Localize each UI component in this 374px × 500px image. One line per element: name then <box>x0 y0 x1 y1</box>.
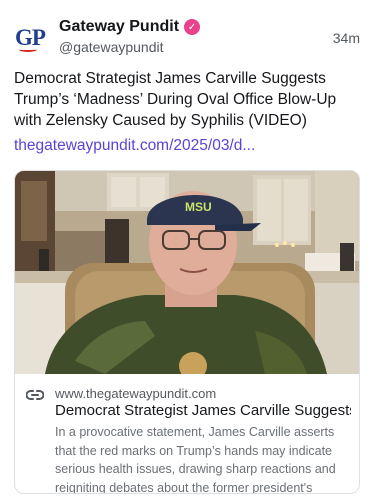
card-title[interactable]: Democrat Strategist James Carville Sugge… <box>55 402 351 419</box>
link-preview-card[interactable]: MSU www.thegatewaypundit.com Democrat St… <box>14 170 360 494</box>
card-body[interactable]: www.thegatewaypundit.com Democrat Strate… <box>15 374 359 494</box>
post-timestamp[interactable]: 34m <box>333 30 360 46</box>
author-names: Gateway Pundit ✓ @gatewaypundit <box>59 18 201 55</box>
link-icon <box>26 390 44 400</box>
avatar[interactable]: GP <box>12 20 48 56</box>
svg-text:MSU: MSU <box>185 200 212 214</box>
author-display-name-row[interactable]: Gateway Pundit ✓ <box>59 18 201 36</box>
author-display-name[interactable]: Gateway Pundit <box>59 18 179 36</box>
verified-badge-icon: ✓ <box>184 19 201 35</box>
card-image[interactable]: MSU <box>15 171 359 374</box>
post-link[interactable]: thegatewaypundit.com/2025/03/d... <box>14 137 255 155</box>
author-handle[interactable]: @gatewaypundit <box>59 39 200 55</box>
post-text: Democrat Strategist James Carville Sugge… <box>14 70 337 129</box>
card-domain: www.thegatewaypundit.com <box>55 386 217 401</box>
card-description: In a provocative statement, James Carvil… <box>55 425 336 494</box>
post-header: GP Gateway Pundit ✓ @gatewaypundit 34m <box>12 18 360 58</box>
avatar-swoosh-icon <box>19 47 37 52</box>
